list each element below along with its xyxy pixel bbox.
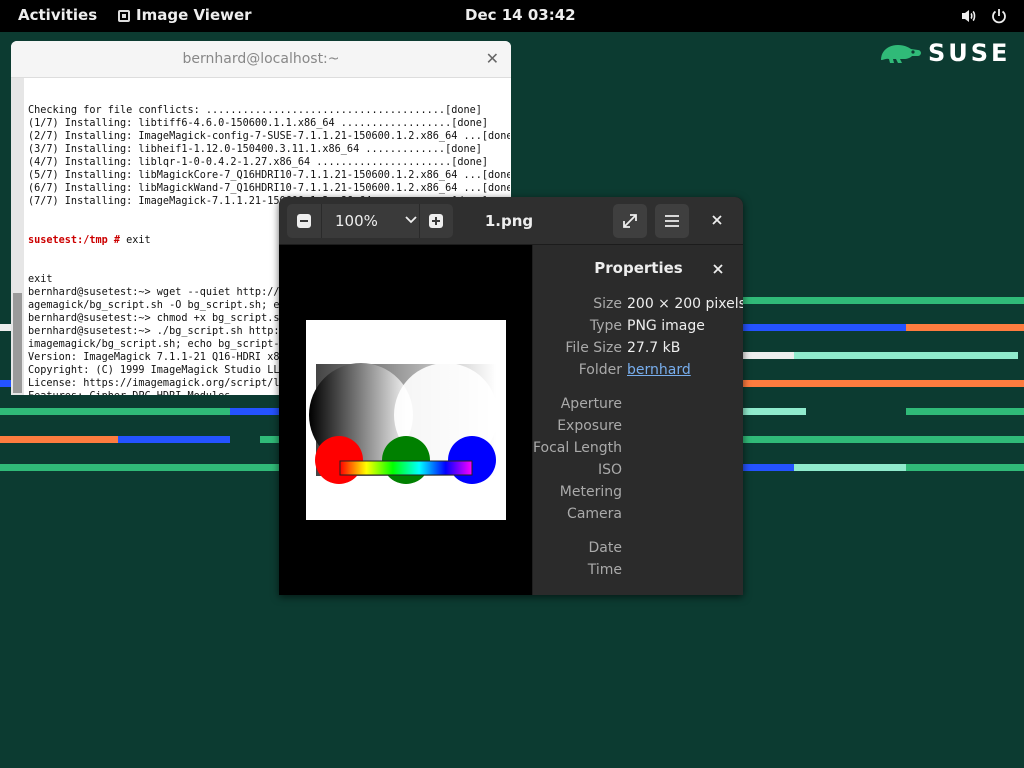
zoom-in-icon: [429, 214, 443, 228]
prompt-command: exit: [120, 235, 151, 246]
close-icon[interactable]: [707, 210, 727, 230]
property-value: 27.7 kB: [627, 340, 681, 356]
scrollbar-thumb[interactable]: [13, 293, 22, 393]
property-key: Aperture: [560, 396, 622, 412]
property-key: Folder: [578, 362, 622, 378]
property-key: ISO: [597, 462, 622, 478]
terminal-line: (5/7) Installing: libMagickCore-7_Q16HDR…: [28, 170, 510, 181]
zoom-out-icon: [297, 214, 311, 228]
zoom-in-button[interactable]: [419, 204, 453, 238]
property-row: Aperture: [533, 396, 743, 418]
top-bar: Activities Image Viewer Dec 14 03:42: [0, 0, 1024, 32]
terminal-title: bernhard@localhost:~: [182, 51, 340, 67]
terminal-line: (6/7) Installing: libMagickWand-7_Q16HDR…: [28, 183, 510, 194]
zoom-control: 100%: [287, 204, 453, 238]
displayed-image: [306, 320, 506, 520]
terminal-line: (1/7) Installing: libtiff6-4.6.0-150600.…: [28, 118, 489, 129]
main-menu-button[interactable]: [655, 204, 689, 238]
root-prompt: susetest:/tmp #: [28, 235, 121, 246]
app-icon: [118, 10, 130, 22]
terminal-scrollbar[interactable]: [11, 78, 24, 395]
properties-close-icon[interactable]: [710, 261, 726, 277]
property-key: Time: [587, 562, 622, 578]
property-value: PNG image: [627, 318, 705, 334]
property-key: Size: [593, 296, 622, 312]
property-row: Time: [533, 562, 743, 584]
terminal-line: (3/7) Installing: libheif1-1.12.0-150400…: [28, 144, 482, 155]
separator: [321, 204, 322, 238]
window-title: 1.png: [484, 212, 534, 230]
image-canvas[interactable]: [279, 245, 532, 595]
chameleon-icon: [881, 45, 921, 63]
property-key: Date: [588, 540, 622, 556]
property-key: Exposure: [557, 418, 622, 434]
app-menu[interactable]: Image Viewer: [118, 6, 252, 24]
image-viewer-window[interactable]: 100% 1.png Properties Size 200 × 200 pix…: [279, 197, 743, 595]
zoom-out-button[interactable]: [287, 204, 321, 238]
property-row: Date: [533, 540, 743, 562]
fullscreen-button[interactable]: [613, 204, 647, 238]
install-log: Checking for file conflicts: ...........…: [28, 104, 510, 208]
terminal-titlebar[interactable]: bernhard@localhost:~ ✕: [11, 41, 511, 78]
terminal-line: (2/7) Installing: ImageMagick-config-7-S…: [28, 131, 510, 142]
volume-icon[interactable]: [960, 7, 978, 25]
fullscreen-icon: [623, 214, 637, 228]
property-row: Metering: [533, 484, 743, 506]
property-row: ISO: [533, 462, 743, 484]
property-row: Type PNG image: [533, 318, 743, 340]
terminal-line: Checking for file conflicts: ...........…: [28, 105, 482, 116]
property-value: 200 × 200 pixels: [627, 296, 743, 312]
folder-link[interactable]: bernhard: [627, 362, 691, 378]
brand-name: SUSE: [928, 39, 1011, 67]
suse-logo: SUSE: [878, 38, 1007, 68]
terminal-line: (4/7) Installing: liblqr-1-0-0.4.2-1.27.…: [28, 157, 489, 168]
property-row: Focal Length: [533, 440, 743, 462]
activities-button[interactable]: Activities: [18, 6, 97, 24]
property-key: Type: [589, 318, 622, 334]
zoom-level[interactable]: 100%: [335, 212, 378, 230]
hamburger-icon: [665, 215, 679, 227]
property-key: Camera: [567, 506, 622, 522]
property-row: Camera: [533, 506, 743, 528]
property-row: Folder bernhard: [533, 362, 743, 384]
chevron-down-icon[interactable]: [403, 212, 419, 228]
property-key: Metering: [559, 484, 622, 500]
property-row: Exposure: [533, 418, 743, 440]
app-name: Image Viewer: [136, 6, 252, 24]
property-key: Focal Length: [532, 440, 622, 456]
viewer-headerbar[interactable]: 100% 1.png: [279, 197, 743, 245]
properties-pane: Properties Size 200 × 200 pixels Type PNG i…: [532, 245, 743, 595]
property-row: File Size 27.7 kB: [533, 340, 743, 362]
clock[interactable]: Dec 14 03:42: [465, 6, 576, 24]
terminal-close-icon[interactable]: ✕: [486, 49, 499, 68]
property-row: Size 200 × 200 pixels: [533, 296, 743, 318]
property-key: File Size: [565, 340, 622, 356]
power-icon[interactable]: [990, 7, 1008, 25]
